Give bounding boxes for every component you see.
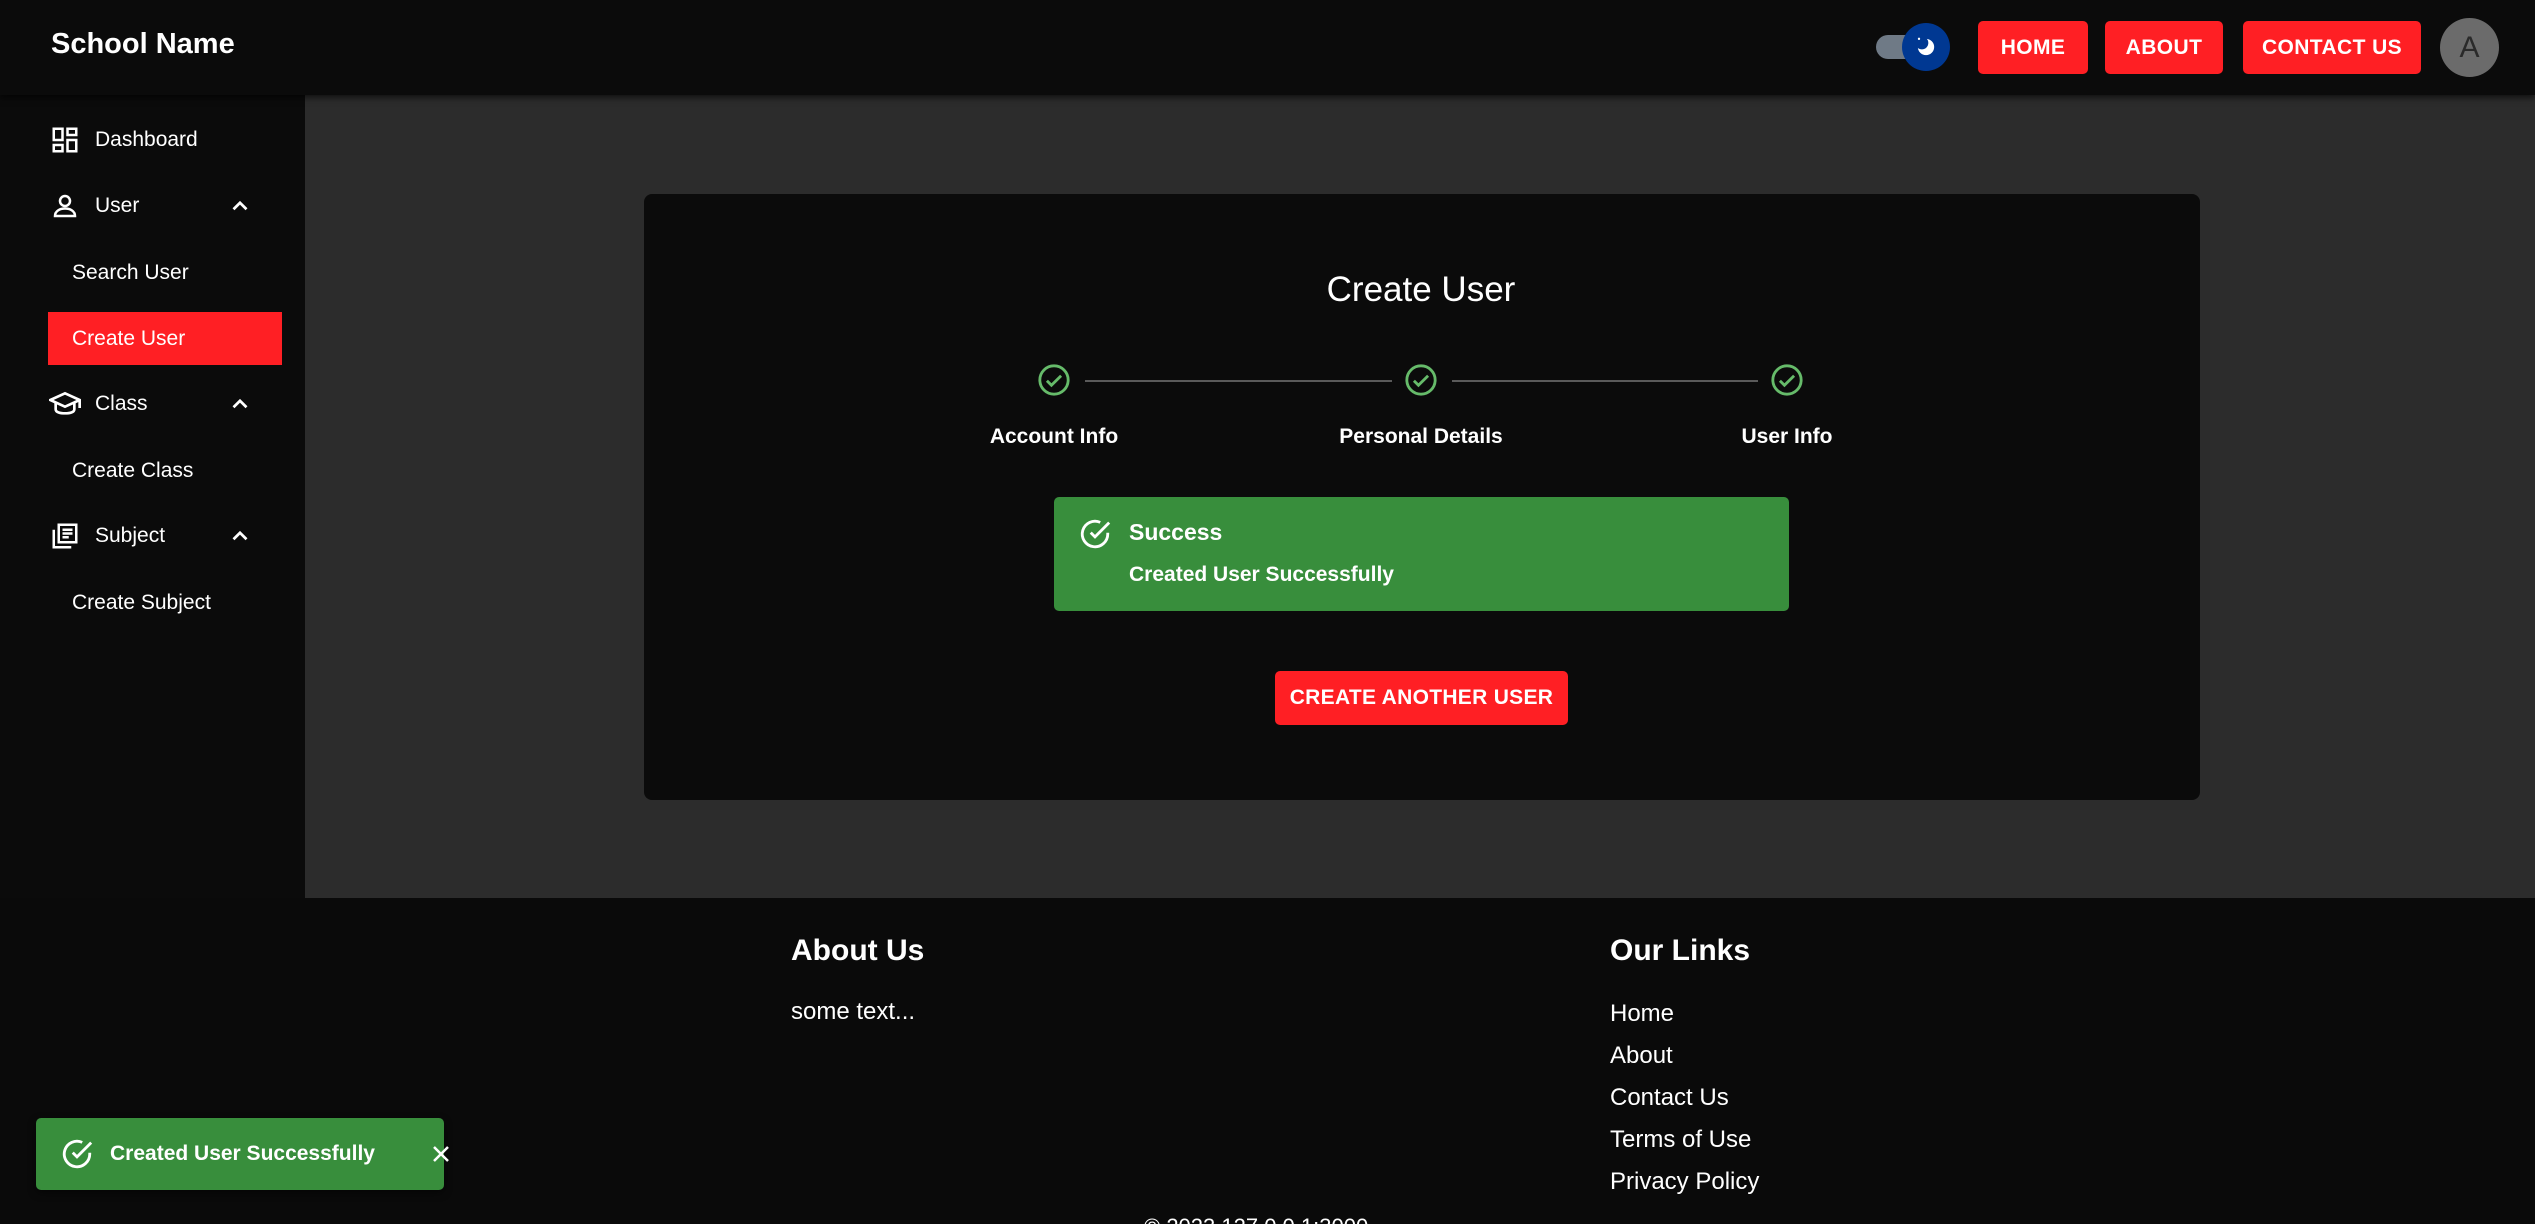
footer-link-terms[interactable]: Terms of Use [1610, 1126, 1751, 1154]
sidebar-item-class[interactable]: Class [48, 378, 283, 430]
library-books-icon [48, 519, 82, 553]
check-circle-icon [1405, 364, 1437, 396]
dashboard-icon [48, 123, 82, 157]
sidebar-item-label: Class [95, 392, 148, 415]
step-connector [1085, 380, 1392, 382]
sidebar-item-dashboard[interactable]: Dashboard [48, 114, 283, 166]
alert-title: Success [1129, 519, 1223, 545]
check-circle-icon [1038, 364, 1070, 396]
sidebar-item-subject[interactable]: Subject [48, 510, 283, 562]
avatar[interactable]: A [2440, 18, 2499, 77]
chevron-up-icon [232, 398, 248, 409]
check-circle-icon [62, 1139, 93, 1169]
footer-about-text: some text... [791, 998, 916, 1025]
chevron-up-icon [232, 200, 248, 211]
step-connector [1452, 380, 1758, 382]
theme-toggle-thumb [1902, 23, 1950, 71]
create-another-user-button[interactable]: CREATE ANOTHER USER [1275, 671, 1568, 725]
page-title-wrap: Create User [949, 270, 1893, 310]
step-label-account-info: Account Info [989, 425, 1119, 448]
success-alert: Success Created User Successfully [1054, 497, 1789, 611]
sidebar-item-create-user[interactable]: Create User [48, 312, 282, 365]
check-circle-icon [1080, 519, 1111, 549]
snackbar-message: Created User Successfully [110, 1142, 375, 1165]
step-label-user-info: User Info [1741, 425, 1833, 448]
theme-toggle[interactable] [1874, 23, 1950, 71]
school-icon [48, 387, 82, 421]
footer-about-heading: About Us [791, 934, 925, 967]
sidebar-item-user[interactable]: User [48, 180, 283, 232]
sidebar-item-label: User [95, 194, 140, 217]
page-title: Create User [1326, 270, 1516, 309]
step-label-personal-details: Personal Details [1339, 425, 1503, 448]
sidebar-item-create-subject[interactable]: Create Subject [48, 576, 282, 629]
check-circle-icon [1771, 364, 1803, 396]
sidebar-item-create-class[interactable]: Create Class [48, 444, 282, 497]
footer-link-home[interactable]: Home [1610, 1000, 1674, 1028]
footer-link-contact[interactable]: Contact Us [1610, 1084, 1729, 1112]
sidebar-item-search-user[interactable]: Search User [48, 246, 282, 299]
footer-links-heading: Our Links [1610, 934, 1751, 967]
brand-title: School Name [51, 28, 235, 60]
footer-link-about[interactable]: About [1610, 1042, 1673, 1070]
close-icon[interactable] [429, 1142, 453, 1166]
sidebar-item-label: Dashboard [95, 128, 198, 151]
sidebar-item-label: Subject [95, 524, 166, 547]
nav-home-button[interactable]: HOME [1978, 21, 2088, 74]
alert-message: Created User Successfully [1129, 563, 1394, 586]
footer-link-privacy[interactable]: Privacy Policy [1610, 1168, 1759, 1196]
footer-copyright: © 2023 127.0.0.1:3000 [1144, 1214, 1368, 1224]
app-bar: School Name HOME ABOUT CONTACT US A [0, 0, 2535, 95]
nav-contact-button[interactable]: CONTACT US [2243, 21, 2421, 74]
person-icon [48, 189, 82, 223]
chevron-up-icon [232, 530, 248, 541]
snackbar: Created User Successfully [36, 1118, 449, 1190]
moon-icon [1915, 36, 1935, 56]
nav-about-button[interactable]: ABOUT [2105, 21, 2223, 74]
